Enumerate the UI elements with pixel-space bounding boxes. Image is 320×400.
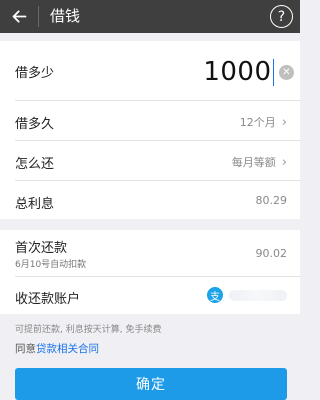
contract-link[interactable]: 贷款相关合同	[36, 343, 99, 355]
chevron-right-icon: ›	[281, 114, 287, 130]
interest-value: 80.29	[255, 194, 288, 207]
text-cursor	[272, 58, 274, 86]
first-payment-row: 首次还款 6月10号自动扣款 90.02	[0, 230, 300, 276]
interest-label: 总利息	[15, 197, 55, 212]
amount-input[interactable]: 1000	[203, 57, 274, 87]
duration-value: 12个月	[239, 116, 276, 129]
amount-row[interactable]: 借多少 1000 ✕	[0, 41, 300, 100]
masked-account	[229, 289, 287, 301]
question-mark-icon: ?	[277, 8, 286, 25]
agreement-line: 同意贷款相关合同	[15, 341, 99, 356]
account-label: 收还款账户	[15, 292, 81, 307]
amount-label: 借多少	[15, 66, 55, 81]
repayment-value-group: 每月等额 ›	[232, 154, 287, 170]
chevron-right-icon: ›	[281, 154, 287, 170]
interest-row: 总利息 80.29	[0, 181, 300, 219]
repayment-label: 怎么还	[15, 157, 55, 172]
duration-value-group: 12个月 ›	[240, 114, 287, 130]
header-divider	[38, 6, 39, 27]
back-button[interactable]	[6, 4, 32, 29]
prepay-note: 可提前还款, 利息按天计算, 免手续费	[15, 325, 162, 335]
repayment-value: 每月等额	[231, 156, 276, 169]
amount-value: 1000	[203, 57, 272, 87]
agreement-prefix: 同意	[15, 343, 36, 355]
account-value-group: 支	[207, 287, 287, 303]
page-title: 借钱	[50, 7, 81, 25]
repayment-row[interactable]: 怎么还 每月等额 ›	[0, 141, 300, 180]
help-button[interactable]: ?	[270, 5, 293, 28]
payment-section: 首次还款 6月10号自动扣款 90.02 收还款账户 支	[0, 230, 300, 314]
back-arrow-icon	[12, 10, 26, 23]
first-payment-value: 90.02	[255, 247, 288, 260]
first-payment-sub: 6月10号自动扣款	[15, 260, 87, 270]
confirm-button[interactable]: 确定	[15, 368, 287, 400]
loan-details-section: 借多少 1000 ✕ 借多久 12个月 › 怎么还 每月等额 › 总利息 80.…	[0, 41, 300, 219]
account-row[interactable]: 收还款账户 支	[0, 277, 300, 314]
duration-label: 借多久	[15, 117, 55, 132]
clear-icon[interactable]: ✕	[279, 65, 294, 80]
alipay-icon: 支	[207, 287, 223, 303]
duration-row[interactable]: 借多久 12个月 ›	[0, 101, 300, 140]
first-payment-label: 首次还款	[15, 241, 68, 256]
title-bar: 借钱 ?	[0, 0, 300, 33]
